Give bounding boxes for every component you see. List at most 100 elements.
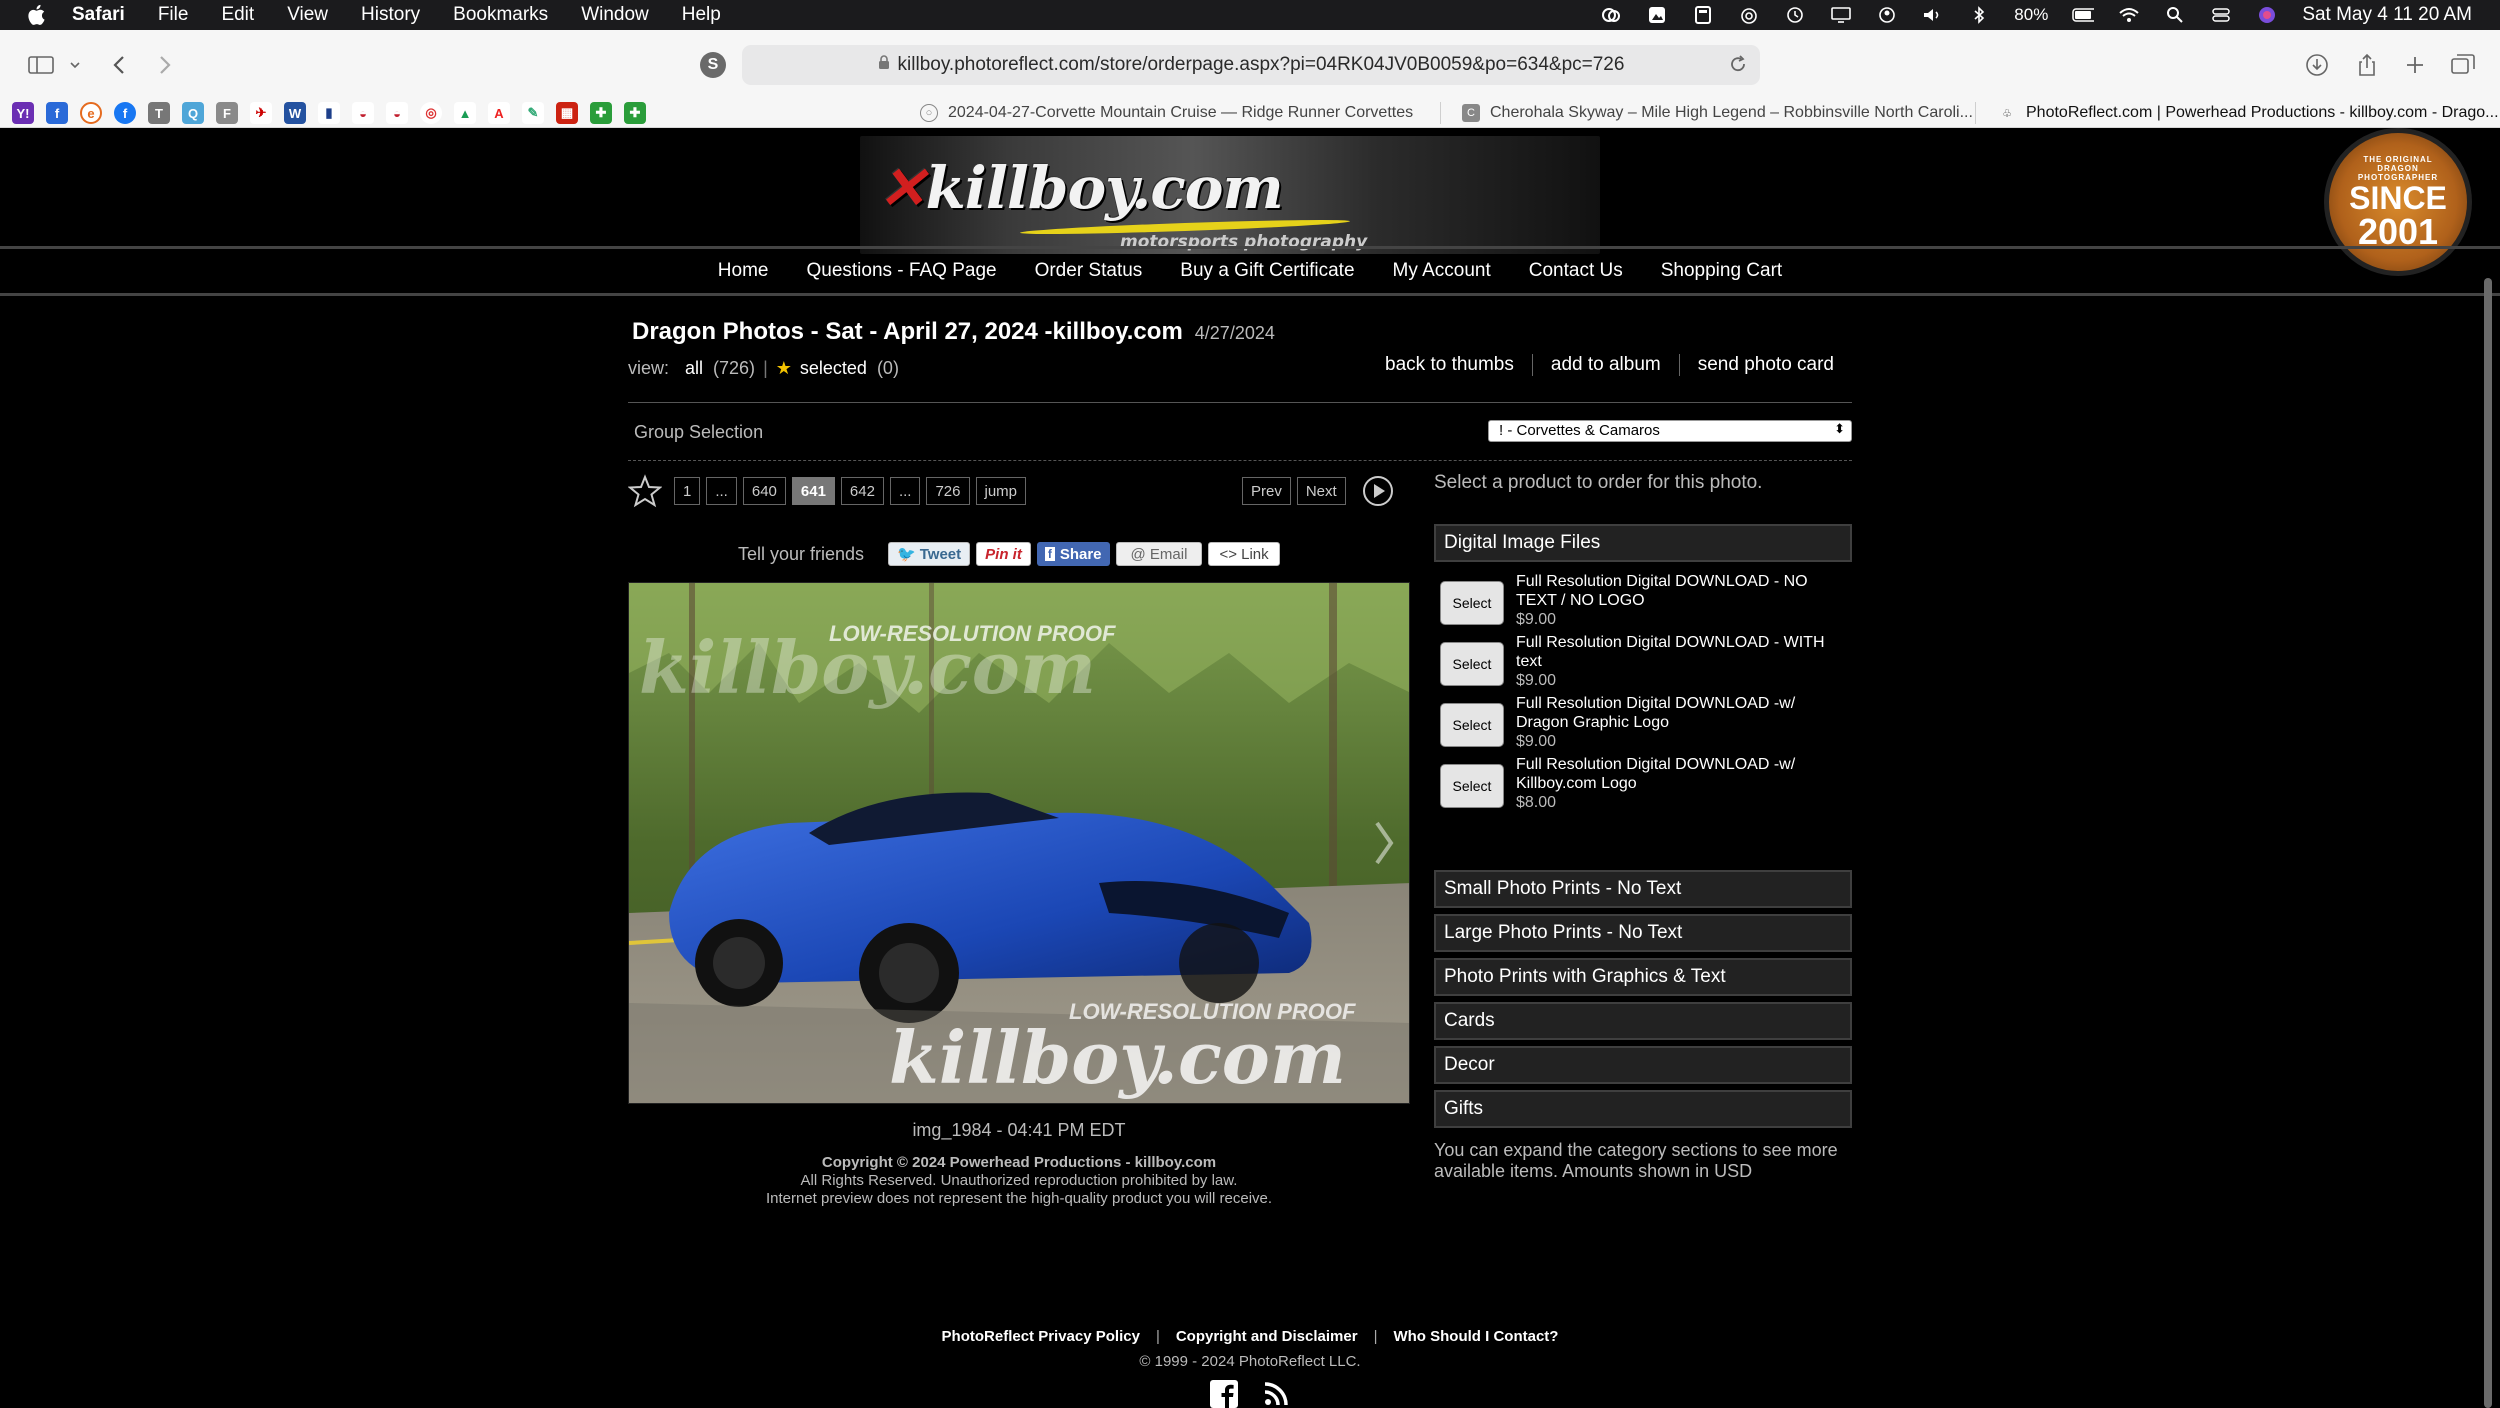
bookmark-icon[interactable]: ▮ [318, 102, 340, 124]
address-bar[interactable]: killboy.photoreflect.com/store/orderpage… [742, 45, 1760, 85]
nav-my-account[interactable]: My Account [1393, 260, 1491, 282]
sidebar-toggle-icon[interactable] [26, 50, 56, 80]
tab-photoreflect[interactable]: ♧ PhotoReflect.com | Powerhead Productio… [1998, 98, 2498, 128]
google-drive-icon[interactable]: ▲ [454, 102, 476, 124]
page-next-number[interactable]: 642 [840, 477, 884, 505]
facebook-share-button[interactable]: f Share [1036, 542, 1110, 566]
url-text[interactable]: killboy.photoreflect.com/store/orderpage… [898, 54, 1625, 76]
send-photo-card-link[interactable]: send photo card [1678, 354, 1852, 376]
site-logo[interactable]: ✕killboy.com [878, 154, 1284, 222]
category-decor[interactable]: Decor [1434, 1046, 1852, 1084]
tab-corvette-cruise[interactable]: ○ 2024-04-27-Corvette Mountain Cruise — … [920, 98, 1413, 128]
siri-icon[interactable] [2256, 6, 2278, 24]
bookmark-icon[interactable]: ✎ [522, 102, 544, 124]
bookmark-icon[interactable]: ◒ [352, 102, 374, 124]
reload-icon[interactable] [1728, 54, 1748, 80]
yahoo-icon[interactable]: Y! [12, 102, 34, 124]
menu-bookmarks[interactable]: Bookmarks [453, 4, 548, 26]
menu-app-name[interactable]: Safari [72, 4, 125, 26]
rss-icon[interactable] [1262, 1380, 1290, 1408]
page-scrollbar[interactable] [2484, 278, 2492, 1408]
nav-gift-certificate[interactable]: Buy a Gift Certificate [1180, 260, 1354, 282]
bookmark-icon[interactable]: ✚ [624, 102, 646, 124]
view-all-link[interactable]: all [685, 358, 703, 379]
menu-help[interactable]: Help [682, 4, 721, 26]
battery-icon[interactable] [2072, 6, 2095, 24]
category-small-prints[interactable]: Small Photo Prints - No Text [1434, 870, 1852, 908]
privacy-policy-link[interactable]: PhotoReflect Privacy Policy [942, 1328, 1140, 1345]
creative-cloud-icon[interactable] [1600, 6, 1622, 24]
slideshow-play-icon[interactable] [1362, 475, 1394, 507]
facebook-icon[interactable]: f [114, 102, 136, 124]
forward-icon[interactable] [150, 50, 180, 80]
page-prev-number[interactable]: 640 [742, 477, 786, 505]
bookmark-icon[interactable]: ✈ [250, 102, 272, 124]
group-selection-dropdown[interactable]: ! - Corvettes & Camaros ⬍ [1488, 420, 1852, 442]
bookmark-icon[interactable]: e [80, 102, 102, 124]
favorite-star-icon[interactable] [628, 474, 662, 508]
back-icon[interactable] [104, 50, 134, 80]
bookmark-icon[interactable]: ▦ [556, 102, 578, 124]
category-cards[interactable]: Cards [1434, 1002, 1852, 1040]
email-share-button[interactable]: @ Email [1115, 542, 1203, 566]
category-large-prints[interactable]: Large Photo Prints - No Text [1434, 914, 1852, 952]
menu-window[interactable]: Window [581, 4, 649, 26]
menu-edit[interactable]: Edit [221, 4, 254, 26]
wifi-icon[interactable] [2118, 6, 2140, 24]
bluetooth-icon[interactable] [1968, 6, 1990, 24]
control-center-icon[interactable] [2210, 6, 2232, 24]
page-ellipsis[interactable]: ... [706, 477, 737, 505]
page-jump-button[interactable]: jump [975, 477, 1027, 505]
category-prints-graphics[interactable]: Photo Prints with Graphics & Text [1434, 958, 1852, 996]
adobe-icon[interactable]: A [488, 102, 510, 124]
menu-history[interactable]: History [361, 4, 420, 26]
apple-icon[interactable] [26, 4, 46, 26]
category-gifts[interactable]: Gifts [1434, 1090, 1852, 1128]
facebook-icon[interactable] [1210, 1380, 1238, 1408]
tweet-button[interactable]: 🐦 Tweet [888, 542, 971, 566]
link-share-button[interactable]: <> Link [1208, 542, 1280, 566]
nav-faq[interactable]: Questions - FAQ Page [806, 260, 996, 282]
chevron-down-icon[interactable] [62, 50, 88, 80]
photo-preview[interactable]: LOW-RESOLUTION PROOF killboy.com LOW-RES… [628, 582, 1410, 1104]
nav-home[interactable]: Home [718, 260, 769, 282]
bookmark-icon[interactable]: ✚ [590, 102, 612, 124]
download-icon[interactable] [2302, 50, 2332, 80]
spotlight-search-icon[interactable] [2164, 6, 2186, 24]
photos-app-icon[interactable] [1646, 6, 1668, 24]
prev-button[interactable]: Prev [1242, 477, 1291, 505]
time-machine-icon[interactable] [1784, 6, 1806, 24]
new-tab-icon[interactable] [2400, 50, 2430, 80]
bookmark-icon[interactable]: ◒ [386, 102, 408, 124]
who-to-contact-link[interactable]: Who Should I Contact? [1393, 1328, 1558, 1345]
menu-file[interactable]: File [158, 4, 189, 26]
airdrop-icon[interactable] [1738, 6, 1760, 24]
bookmark-icon[interactable]: T [148, 102, 170, 124]
select-button[interactable]: Select [1440, 703, 1504, 747]
back-to-thumbs-link[interactable]: back to thumbs [1367, 354, 1532, 376]
pin-it-button[interactable]: Pin it [976, 542, 1031, 566]
nav-order-status[interactable]: Order Status [1035, 260, 1143, 282]
bookmark-icon[interactable]: ◎ [420, 102, 442, 124]
copyright-disclaimer-link[interactable]: Copyright and Disclaimer [1176, 1328, 1358, 1345]
bookmark-icon[interactable]: W [284, 102, 306, 124]
select-button[interactable]: Select [1440, 581, 1504, 625]
volume-icon[interactable] [1922, 6, 1944, 24]
share-icon[interactable] [2352, 50, 2382, 80]
page-first[interactable]: 1 [674, 477, 701, 505]
tab-overview-icon[interactable] [2448, 50, 2478, 80]
nav-shopping-cart[interactable]: Shopping Cart [1661, 260, 1782, 282]
bookmark-icon[interactable]: f [46, 102, 68, 124]
select-button[interactable]: Select [1440, 764, 1504, 808]
next-button[interactable]: Next [1296, 477, 1346, 505]
bookmark-icon[interactable]: Q [182, 102, 204, 124]
display-icon[interactable] [1830, 6, 1852, 24]
add-to-album-link[interactable]: add to album [1531, 354, 1679, 376]
page-ellipsis[interactable]: ... [889, 477, 921, 505]
user-account-icon[interactable] [1876, 6, 1898, 24]
bookmark-icon[interactable]: F [216, 102, 238, 124]
tab-cherohala[interactable]: C Cherohala Skyway – Mile High Legend – … [1462, 98, 1973, 128]
calculator-icon[interactable] [1692, 6, 1714, 24]
category-digital-image-files[interactable]: Digital Image Files [1434, 524, 1852, 562]
select-button[interactable]: Select [1440, 642, 1504, 686]
